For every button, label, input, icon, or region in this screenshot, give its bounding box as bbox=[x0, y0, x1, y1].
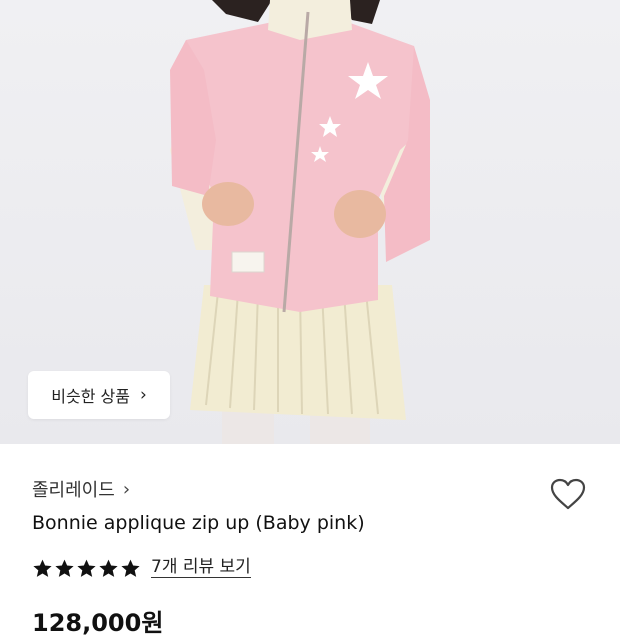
chevron-right-icon: › bbox=[122, 478, 131, 500]
review-link[interactable]: 7개 리뷰 보기 bbox=[151, 557, 251, 579]
product-image[interactable]: 비슷한 상품 › bbox=[0, 0, 620, 444]
star-icon bbox=[99, 559, 118, 577]
brand-link[interactable]: 졸리레이드 › bbox=[32, 474, 130, 504]
star-icon bbox=[33, 559, 52, 577]
similar-products-label: 비슷한 상품 bbox=[51, 387, 130, 406]
price: 128,000원 bbox=[32, 609, 164, 637]
star-icon bbox=[55, 559, 74, 577]
rating-row: 7개 리뷰 보기 bbox=[32, 555, 251, 581]
star-icon bbox=[121, 559, 140, 577]
similar-products-button[interactable]: 비슷한 상품 › bbox=[28, 371, 170, 419]
brand-name: 졸리레이드 bbox=[32, 480, 115, 501]
chevron-right-icon: › bbox=[139, 384, 147, 405]
star-icon bbox=[77, 559, 96, 577]
wishlist-button[interactable] bbox=[546, 472, 590, 516]
heart-outline-icon bbox=[550, 478, 586, 510]
product-name: Bonnie applique zip up (Baby pink) bbox=[32, 512, 365, 534]
rating-stars bbox=[32, 558, 141, 579]
